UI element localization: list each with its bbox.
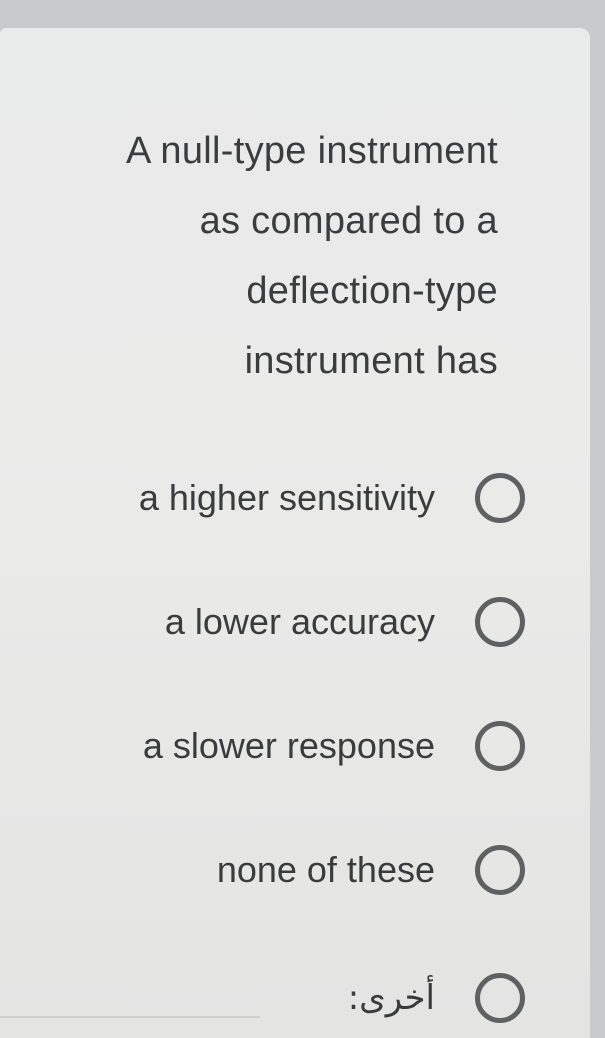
option-lower-accuracy[interactable]: a lower accuracy [165, 587, 525, 657]
question-line: instrument has [244, 340, 498, 382]
option-higher-sensitivity[interactable]: a higher sensitivity [139, 463, 525, 533]
option-label: none of these [216, 849, 435, 890]
question-line: A null-type instrument [126, 130, 498, 172]
radio-button[interactable] [475, 845, 525, 895]
question-card: A null-type instrument as compared to a … [0, 28, 590, 1038]
question-line: as compared to a [199, 200, 498, 242]
radio-button[interactable] [475, 473, 525, 523]
other-input-underline[interactable] [0, 1016, 260, 1018]
question-title: A null-type instrument as compared to a … [0, 116, 498, 396]
option-label: a slower response [142, 725, 435, 766]
option-slower-response[interactable]: a slower response [143, 711, 525, 781]
option-none-of-these[interactable]: none of these [217, 835, 525, 905]
option-label: a higher sensitivity [138, 477, 435, 518]
option-label: أخرى: [347, 978, 435, 1018]
radio-button[interactable] [475, 973, 525, 1023]
question-line: deflection-type [246, 270, 498, 312]
radio-button[interactable] [475, 721, 525, 771]
option-label: a lower accuracy [164, 601, 435, 642]
option-other[interactable]: أخرى: [348, 963, 525, 1033]
radio-button[interactable] [475, 597, 525, 647]
